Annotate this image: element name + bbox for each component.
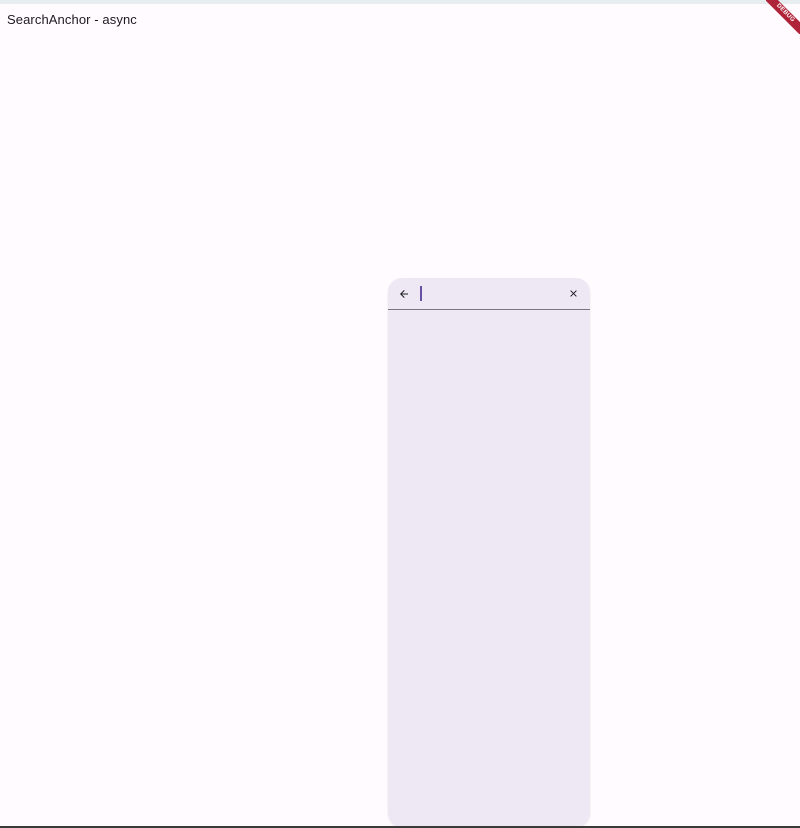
debug-banner-label: DEBUG	[766, 0, 800, 34]
back-button[interactable]	[388, 278, 420, 309]
clear-button[interactable]	[556, 278, 590, 309]
close-icon	[569, 290, 577, 297]
search-view	[388, 278, 590, 827]
debug-banner: DEBUG	[766, 0, 800, 34]
search-header	[388, 278, 590, 310]
text-caret	[420, 286, 422, 301]
arrow-back-icon	[400, 289, 408, 298]
suggestions-list	[388, 310, 590, 827]
search-input-container[interactable]	[420, 278, 556, 309]
app-window: SearchAnchor - async DEBUG	[0, 0, 800, 828]
top-divider	[0, 0, 800, 4]
page-title: SearchAnchor - async	[7, 12, 137, 27]
search-input[interactable]	[420, 283, 556, 304]
